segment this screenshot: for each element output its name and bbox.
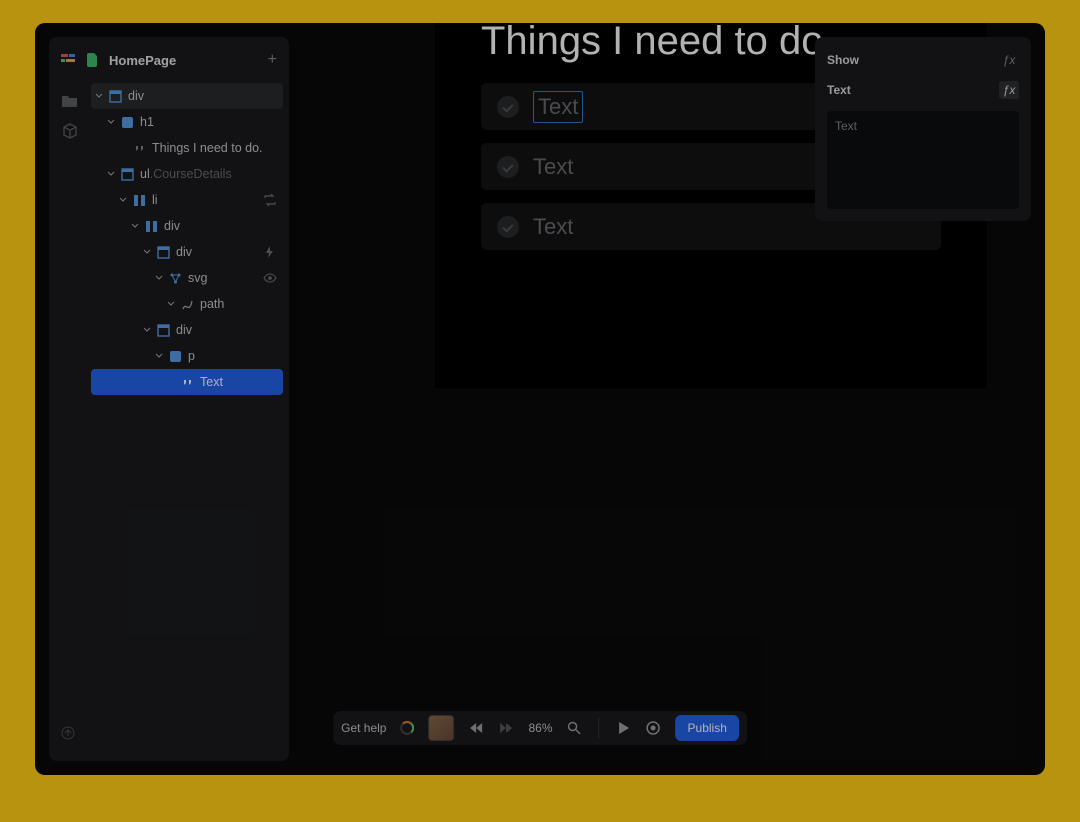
bolt-icon[interactable] <box>263 245 277 259</box>
check-icon[interactable] <box>497 96 519 118</box>
tree-row-div[interactable]: div <box>127 213 283 239</box>
check-icon[interactable] <box>497 156 519 178</box>
repeat-icon[interactable] <box>263 193 277 207</box>
record-icon[interactable] <box>646 720 662 736</box>
tree-label: p <box>188 349 195 363</box>
panel-header: HomePage + <box>55 47 283 79</box>
panel-footer <box>55 720 283 751</box>
tree-label: div <box>164 219 180 233</box>
path-icon <box>181 298 194 311</box>
file-icon <box>87 53 99 67</box>
tree-row-h1-text[interactable]: Things I need to do. <box>115 135 283 161</box>
tree-row-div-root[interactable]: div <box>91 83 283 109</box>
columns-icon <box>133 194 146 207</box>
play-icon[interactable] <box>616 720 632 736</box>
caret-down-icon[interactable] <box>107 170 115 178</box>
rewind-icon[interactable] <box>468 720 484 736</box>
avatar[interactable] <box>428 715 454 741</box>
tree-label: path <box>200 297 224 311</box>
todo-text-editing[interactable]: Text <box>533 91 583 123</box>
tree-label: div <box>176 323 192 337</box>
tree-row-path[interactable]: path <box>163 291 283 317</box>
tree-label: div <box>176 245 192 259</box>
tree-row-div[interactable]: div <box>139 317 283 343</box>
inspector-text-input[interactable]: Text <box>827 111 1019 209</box>
paragraph-icon <box>169 350 182 363</box>
publish-button[interactable]: Publish <box>676 715 739 741</box>
add-button[interactable]: + <box>268 51 277 69</box>
tree-label: svg <box>188 271 207 285</box>
eye-icon[interactable] <box>263 271 277 285</box>
tree-row-ul[interactable]: ul.CourseDetails <box>103 161 283 187</box>
inspector-panel: Show ƒx Text ƒx Text <box>815 37 1031 221</box>
search-icon[interactable] <box>567 720 583 736</box>
inspector-show-row: Show ƒx <box>827 49 1019 71</box>
tree-label: ul.CourseDetails <box>140 167 232 181</box>
inspector-show-label: Show <box>827 53 999 67</box>
tree-label: Things I need to do. <box>152 141 263 155</box>
box-icon <box>121 168 134 181</box>
tree-label: div <box>128 89 144 103</box>
forward-icon[interactable] <box>498 720 514 736</box>
tree-label: Text <box>200 375 223 389</box>
box-icon <box>157 246 170 259</box>
divider <box>599 718 600 738</box>
box-icon <box>109 90 122 103</box>
inspector-text-label: Text <box>827 83 999 97</box>
left-panel: HomePage + div h1 Th <box>49 37 289 761</box>
tree-label: h1 <box>140 115 154 129</box>
caret-down-icon[interactable] <box>167 300 175 308</box>
tree-row-li[interactable]: li <box>115 187 283 213</box>
inspector-text-row: Text ƒx <box>827 79 1019 101</box>
upload-icon[interactable] <box>61 726 75 740</box>
spinner-icon <box>400 721 414 735</box>
todo-text[interactable]: Text <box>533 214 573 240</box>
app-logo-icon <box>61 52 77 68</box>
tree-row-div[interactable]: div <box>139 239 283 265</box>
caret-down-icon[interactable] <box>119 196 127 204</box>
cube-icon[interactable] <box>62 123 78 139</box>
fx-button-active[interactable]: ƒx <box>999 81 1019 99</box>
svg-icon <box>169 272 182 285</box>
fx-button[interactable]: ƒx <box>999 51 1019 69</box>
app-shell: Things I need to do. Text Text Text <box>35 23 1045 775</box>
heading-icon <box>121 116 134 129</box>
side-icon-column <box>48 93 78 139</box>
caret-down-icon[interactable] <box>107 118 115 126</box>
caret-down-icon[interactable] <box>155 352 163 360</box>
caret-down-icon[interactable] <box>131 222 139 230</box>
get-help-button[interactable]: Get help <box>341 721 386 735</box>
zoom-level[interactable]: 86% <box>528 721 552 735</box>
quote-icon <box>181 376 194 389</box>
columns-icon <box>145 220 158 233</box>
page-name[interactable]: HomePage <box>109 53 258 68</box>
check-icon[interactable] <box>497 216 519 238</box>
box-icon <box>157 324 170 337</box>
element-tree: div h1 Things I need to do. ul.CourseDet… <box>91 83 283 395</box>
tree-row-svg[interactable]: svg <box>151 265 283 291</box>
quote-icon <box>133 142 146 155</box>
tree-row-h1[interactable]: h1 <box>103 109 283 135</box>
tree-row-p[interactable]: p <box>151 343 283 369</box>
caret-down-icon[interactable] <box>155 274 163 282</box>
tree-label: li <box>152 193 158 207</box>
caret-down-icon[interactable] <box>143 248 151 256</box>
todo-text[interactable]: Text <box>533 154 573 180</box>
folder-icon[interactable] <box>62 93 78 109</box>
tree-row-text-selected[interactable]: Text <box>91 369 283 395</box>
caret-down-icon[interactable] <box>143 326 151 334</box>
caret-down-icon[interactable] <box>95 92 103 100</box>
bottom-toolbar: Get help 86% Publish <box>333 711 747 745</box>
